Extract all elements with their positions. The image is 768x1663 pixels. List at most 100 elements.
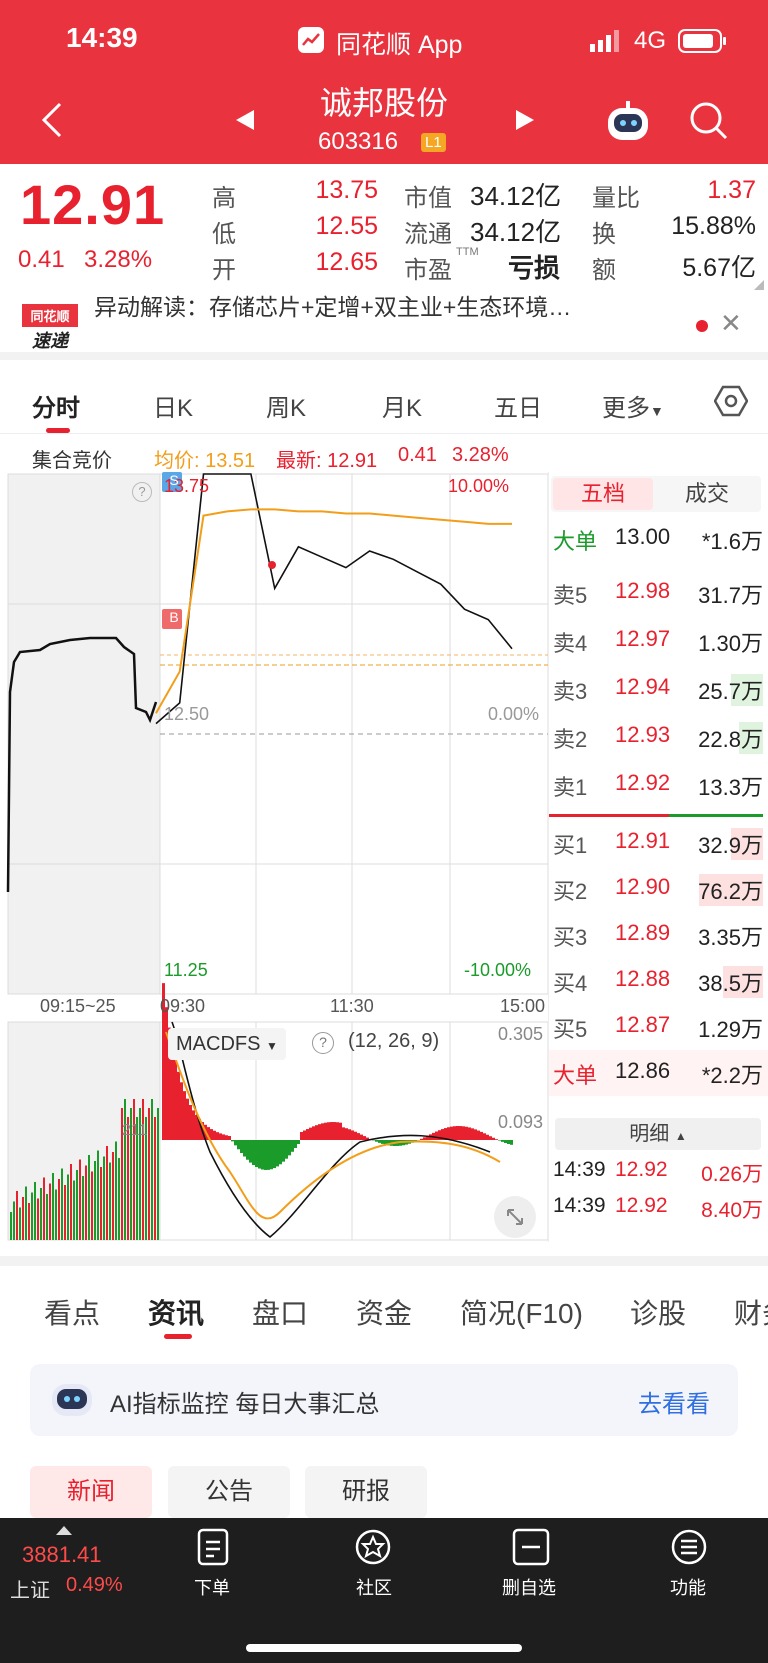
volume-bar [91,1171,93,1240]
volume-bar [79,1159,81,1240]
latest-price-label: 最新: 12.91 [276,450,378,472]
news-tab-news[interactable]: 新闻 [30,1466,152,1518]
macd-bar [489,1136,492,1140]
macd-bar [435,1131,438,1140]
tab-intraday[interactable]: 分时 [32,388,80,423]
big-order-bottom-label: 大单 [553,1063,598,1088]
mcap-label: 市值 [404,185,452,212]
tick-price: 12.92 [615,1158,668,1181]
x-label-open: 09:30 [160,996,206,1016]
tick-price: 12.92 [615,1194,668,1217]
corner-expand-icon[interactable] [754,280,764,290]
buy2-label: 买2 [553,879,588,904]
tab-profile-f10[interactable]: 简况(F10) [460,1292,583,1332]
open-value: 12.65 [315,248,378,276]
fullscreen-icon[interactable] [494,1196,536,1238]
indicator-help-icon[interactable]: ? [312,1032,334,1054]
detail-toggle-button[interactable]: 明细 ▲ [555,1118,761,1150]
volume-bar [73,1180,75,1240]
tab-trades[interactable]: 成交 [657,478,757,510]
order-book: 五档 成交 大单 13.00 *1.6万 卖5 12.98 31.7万 卖4 1… [548,472,768,1242]
prev-stock-icon[interactable] [234,108,256,137]
order-icon[interactable] [196,1528,236,1568]
sell-marker-label: S [169,472,179,488]
help-icon[interactable]: ? [132,482,152,502]
tab-news-info[interactable]: 资讯 [148,1292,204,1332]
ai-banner[interactable]: AI指标监控 每日大事汇总 去看看 [30,1364,738,1436]
index-value[interactable]: 3881.41 [22,1542,102,1568]
macd-bar [351,1130,354,1140]
macd-bar [333,1122,336,1140]
buy4-price: 12.88 [615,966,671,991]
nav-remove-watchlist-label[interactable]: 删自选 [502,1574,556,1600]
ai-banner-text: AI指标监控 每日大事汇总 [110,1391,380,1418]
search-icon[interactable] [688,100,730,147]
sell2-label: 卖2 [553,727,588,752]
volume-bar [70,1164,72,1240]
back-icon[interactable] [40,100,64,145]
tab-weekly-k[interactable]: 周K [266,388,306,423]
buy3-label: 买3 [553,925,588,950]
macd-bar [213,1130,216,1140]
macd-bar [174,1059,177,1140]
tab-capital[interactable]: 资金 [356,1292,412,1332]
volume-bar [16,1191,18,1240]
ai-banner-action[interactable]: 去看看 [638,1384,710,1419]
macd-bar [360,1134,363,1140]
chart-settings-icon[interactable] [713,384,749,423]
tab-five-day[interactable]: 五日 [494,388,542,423]
big-order-top-label: 大单 [553,529,598,554]
nav-community-label[interactable]: 社区 [356,1574,392,1600]
macd-bar [255,1140,258,1168]
macd-bar [288,1140,291,1156]
volume-bar [94,1161,96,1240]
volume-bar [118,1158,120,1240]
macd-bar [192,1110,195,1140]
community-icon[interactable] [354,1528,392,1571]
tab-finance[interactable]: 财务 [734,1292,768,1332]
tab-five-levels[interactable]: 五档 [553,478,653,510]
next-stock-icon[interactable] [514,108,536,137]
macd-bar [468,1127,471,1140]
macd-bar [195,1114,198,1140]
tab-monthly-k[interactable]: 月K [382,388,422,423]
close-icon[interactable]: ✕ [720,308,742,339]
volume-bar [25,1186,27,1240]
sell5-price: 12.98 [615,578,671,603]
tab-more[interactable]: 更多▼ [602,388,664,423]
tab-diagnosis[interactable]: 诊股 [630,1292,686,1332]
macd-bar [306,1129,309,1140]
indicator-selector[interactable]: MACDFS ▼ [168,1028,286,1060]
macd-bar [453,1126,456,1140]
remove-watchlist-icon[interactable] [512,1528,550,1571]
macd-bar [252,1140,255,1166]
chart-area[interactable]: ? 13.75 10.00% 12.50 0.00% 11.25 -10.00%… [0,472,548,1242]
tab-highlights[interactable]: 看点 [44,1292,100,1332]
level-badge: L1 [421,133,446,152]
ticker-logo: 同花顺 速递 [22,304,78,352]
x-label-auction: 09:15~25 [40,996,116,1016]
info-tab-bar: 看点 资讯 盘口 资金 简况(F10) 诊股 财务 [0,1288,768,1340]
nav-functions-label[interactable]: 功能 [670,1574,706,1600]
tab-order-flow[interactable]: 盘口 [252,1292,308,1332]
macd-bar [357,1133,360,1140]
volume-bar [142,1099,144,1240]
news-ticker[interactable]: 同花顺 速递 异动解读：存储芯片+定增+双主业+生态环境… 将于2025-10-… [0,294,768,360]
nav-order-label[interactable]: 下单 [194,1574,230,1600]
macd-bar [423,1137,426,1140]
big-order-top-price: 13.00 [615,524,671,549]
volume-bar [55,1189,57,1240]
news-tab-announcements[interactable]: 公告 [168,1466,290,1518]
robot-assistant-icon[interactable] [604,100,652,149]
volume-bar [19,1207,21,1240]
macd-bar [381,1140,384,1144]
volume-bar [22,1197,24,1240]
network-label: 4G [634,27,667,54]
macd-bar [309,1127,312,1140]
tab-daily-k[interactable]: 日K [153,388,193,423]
functions-icon[interactable] [670,1528,708,1571]
news-tab-research[interactable]: 研报 [305,1466,427,1518]
macd-top-value: 0.305 [498,1024,544,1044]
signal-icon [590,30,624,57]
macd-bar [486,1134,489,1140]
